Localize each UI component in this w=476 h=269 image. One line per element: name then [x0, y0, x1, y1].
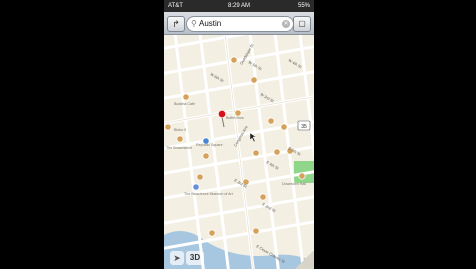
pin-head-icon[interactable] [218, 110, 226, 118]
3d-button[interactable]: 3D [186, 251, 204, 265]
status-bar: AT&T 8:29 AM 55% [164, 0, 314, 12]
poi-marker[interactable] [267, 117, 275, 125]
directions-button[interactable]: ↱ [167, 16, 185, 32]
bookmarks-icon: ▢ [298, 19, 306, 28]
map-bottom-toolbar: ➤ 3D [164, 247, 314, 269]
status-time: 8:29 AM [227, 3, 250, 9]
poi-marker[interactable] [250, 76, 258, 84]
poi-marker[interactable] [176, 135, 184, 143]
place-label: Buddha Cafe [174, 102, 195, 106]
poi-marker-library[interactable] [192, 183, 200, 191]
poi-marker[interactable] [252, 149, 260, 157]
place-label: Republic Square [196, 143, 223, 147]
poi-marker[interactable] [202, 152, 210, 160]
poi-marker[interactable] [273, 148, 281, 156]
search-input[interactable] [199, 17, 279, 31]
poi-marker[interactable] [208, 229, 216, 237]
poi-marker[interactable] [259, 193, 267, 201]
bookmarks-button[interactable]: ▢ [293, 16, 311, 32]
poi-marker[interactable] [298, 172, 306, 180]
page-curl-button[interactable] [294, 251, 314, 269]
clear-icon[interactable]: ✕ [282, 20, 290, 28]
poi-marker[interactable] [280, 123, 288, 131]
search-bar: ↱ ⚲ ✕ ▢ [164, 12, 314, 35]
poi-marker[interactable] [196, 173, 204, 181]
map-canvas[interactable]: 35 Buddha Cafe Buffet Bros Bistro 5 Repu… [164, 20, 314, 269]
highway-number: 35 [301, 124, 307, 130]
poi-marker[interactable] [164, 123, 172, 131]
place-label: The Bioscience Museum of Art [184, 192, 233, 196]
search-field[interactable]: ⚲ ✕ [186, 16, 294, 32]
phone-screen: AT&T 8:29 AM 55% ↱ ⚲ ✕ ▢ [164, 0, 314, 269]
place-label: Downtown Hall [282, 182, 306, 186]
place-label: Bistro 5 [174, 128, 186, 132]
search-icon: ⚲ [191, 19, 197, 28]
map-view[interactable]: 35 Buddha Cafe Buffet Bros Bistro 5 Repu… [164, 20, 314, 269]
location-arrow-icon: ➤ [173, 253, 181, 263]
poi-marker[interactable] [182, 93, 190, 101]
battery-indicator: 55% [297, 3, 310, 9]
poi-marker[interactable] [252, 227, 260, 235]
place-label: Buffet Bros [226, 116, 244, 120]
current-location-button[interactable]: ➤ [170, 251, 184, 265]
directions-arrow-icon: ↱ [172, 19, 180, 29]
place-label: The Brownstone [166, 146, 192, 150]
poi-marker[interactable] [230, 56, 238, 64]
